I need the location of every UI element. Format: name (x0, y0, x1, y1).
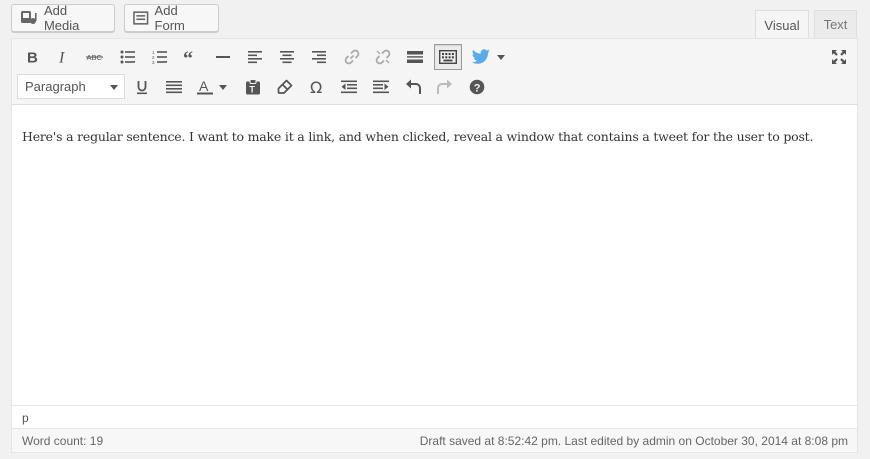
help-button[interactable]: ? (464, 74, 490, 100)
redo-button[interactable] (432, 74, 458, 100)
twitter-dropdown-arrow-icon (497, 54, 505, 60)
twitter-button[interactable] (468, 44, 508, 70)
align-left-button[interactable] (242, 44, 268, 70)
link-icon (344, 49, 360, 65)
italic-button[interactable]: I (50, 44, 76, 70)
outdent-icon (341, 80, 357, 94)
strikethrough-button[interactable]: ABC (82, 44, 108, 70)
italic-icon: I (58, 50, 65, 64)
add-media-label: Add Media (43, 3, 80, 33)
format-select[interactable]: Paragraph (17, 74, 125, 99)
justify-button[interactable] (161, 74, 187, 100)
paste-as-text-button[interactable]: T (240, 74, 266, 100)
svg-text:“: “ (183, 51, 193, 63)
strikethrough-icon: ABC (86, 53, 103, 62)
editor-toolbar: B I ABC 123 “ Paragraph A T Ω ? (12, 39, 857, 105)
help-icon: ? (469, 79, 485, 95)
horizontal-rule-button[interactable] (210, 44, 236, 70)
align-right-icon (312, 51, 326, 64)
svg-text:Ω: Ω (310, 79, 322, 95)
svg-text:A: A (199, 79, 209, 94)
svg-text:?: ? (474, 82, 481, 94)
undo-icon (406, 79, 421, 94)
add-form-button[interactable]: Add Form (124, 3, 219, 33)
bullet-list-icon (120, 50, 135, 64)
undo-button[interactable] (400, 74, 426, 100)
underline-button[interactable] (129, 74, 155, 100)
svg-text:T: T (249, 85, 255, 95)
editor-content[interactable]: Here's a regular sentence. I want to mak… (12, 105, 857, 405)
text-color-button[interactable]: A (192, 74, 232, 100)
toolbar-toggle-button[interactable] (434, 44, 462, 70)
format-select-value: Paragraph (25, 79, 86, 94)
read-more-button[interactable] (402, 44, 428, 70)
draft-saved-status: Draft saved at 8:52:42 pm. Last edited b… (419, 433, 848, 448)
status-bar: Word count: 19 Draft saved at 8:52:42 pm… (12, 428, 857, 452)
numbered-list-icon: 123 (152, 50, 167, 64)
paste-as-text-icon: T (246, 79, 260, 95)
toolbar-toggle-icon (439, 50, 457, 64)
link-button[interactable] (339, 44, 365, 70)
add-form-label: Add Form (154, 3, 185, 33)
editor: B I ABC 123 “ Paragraph A T Ω ? Here's a… (11, 38, 858, 453)
read-more-icon (407, 51, 423, 63)
element-path: p (12, 405, 857, 428)
redo-icon (437, 79, 452, 94)
align-right-button[interactable] (306, 44, 332, 70)
bold-button[interactable]: B (19, 44, 45, 70)
align-center-icon (280, 51, 294, 64)
fullscreen-icon (832, 50, 846, 64)
form-icon (133, 11, 149, 25)
outdent-button[interactable] (336, 74, 362, 100)
indent-button[interactable] (368, 74, 394, 100)
unlink-button[interactable] (370, 44, 396, 70)
twitter-icon (471, 49, 490, 64)
align-left-icon (248, 51, 262, 64)
tab-text[interactable]: Text (814, 10, 857, 38)
text-color-dropdown-icon (219, 84, 227, 90)
indent-icon (373, 80, 389, 94)
path-element-p[interactable]: p (22, 411, 29, 425)
bullet-list-button[interactable] (115, 44, 141, 70)
word-count: Word count: 19 (22, 433, 104, 448)
horizontal-rule-icon (216, 56, 230, 58)
special-character-button[interactable]: Ω (304, 74, 330, 100)
special-character-icon: Ω (310, 79, 322, 95)
justify-icon (166, 81, 182, 94)
text-color-icon: A (197, 79, 213, 95)
svg-text:3: 3 (152, 60, 155, 64)
numbered-list-button[interactable]: 123 (147, 44, 173, 70)
blockquote-button[interactable]: “ (178, 44, 204, 70)
clear-formatting-icon (277, 79, 293, 94)
tab-visual[interactable]: Visual (755, 10, 809, 39)
content-paragraph[interactable]: Here's a regular sentence. I want to mak… (22, 129, 847, 144)
bold-icon: B (27, 50, 38, 64)
unlink-icon (375, 49, 391, 65)
svg-text:B: B (27, 50, 38, 64)
media-icon (20, 11, 37, 24)
clear-formatting-button[interactable] (272, 74, 298, 100)
align-center-button[interactable] (274, 44, 300, 70)
fullscreen-button[interactable] (826, 44, 852, 70)
blockquote-icon: “ (183, 51, 193, 63)
add-media-button[interactable]: Add Media (11, 3, 115, 33)
svg-text:I: I (58, 50, 65, 64)
underline-icon (137, 80, 147, 94)
chevron-down-icon (110, 85, 118, 90)
